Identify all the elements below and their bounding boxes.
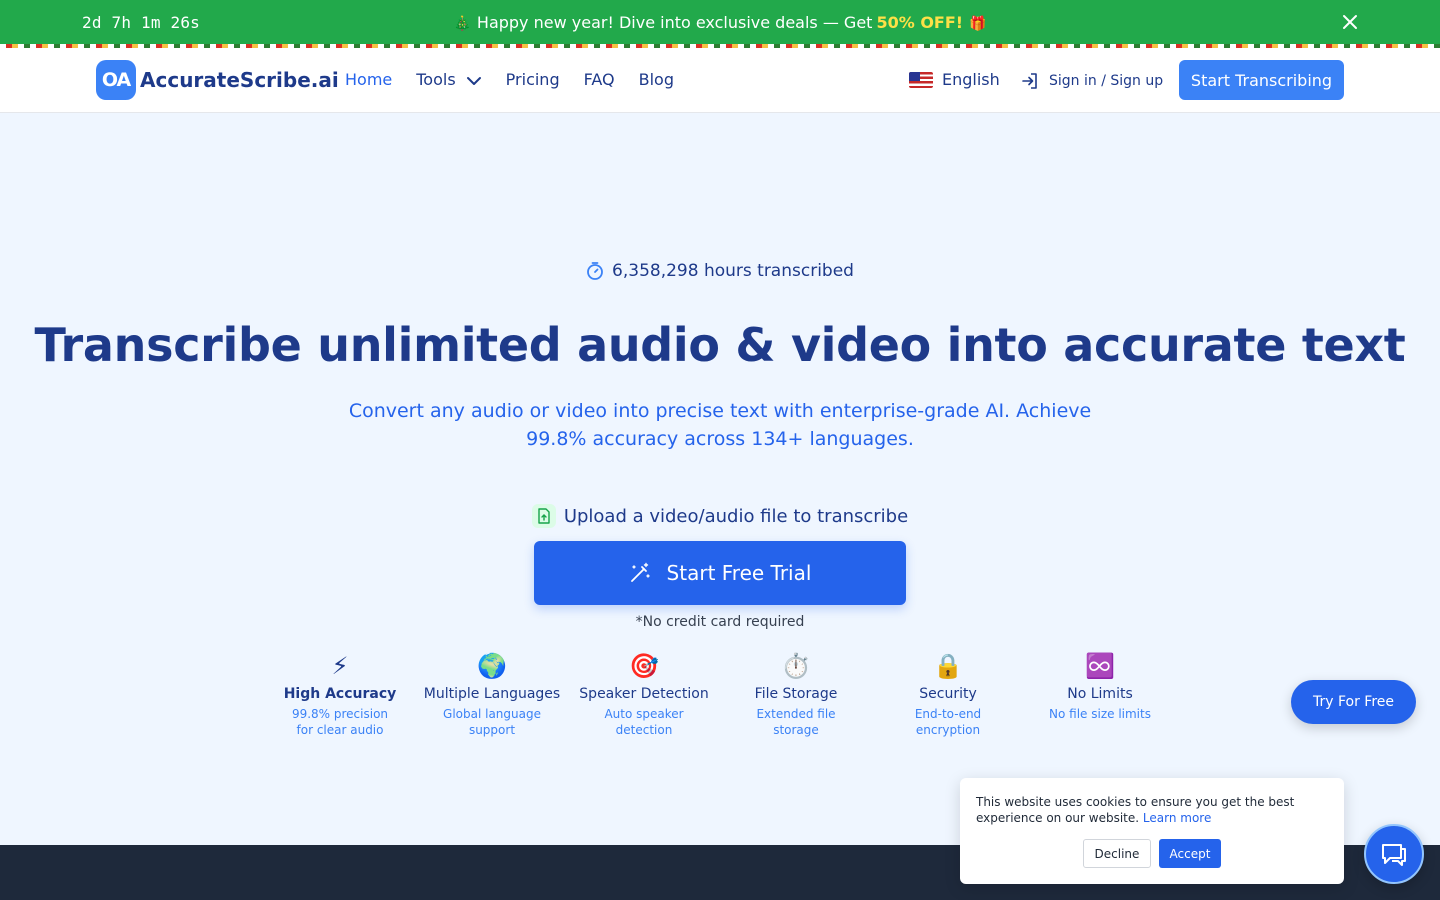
chevron-down-icon: [466, 76, 481, 85]
feature-item: ♾️ No Limits No file size limits: [1024, 650, 1176, 738]
upload-prompt[interactable]: Upload a video/audio file to transcribe: [0, 504, 1440, 528]
hours-transcribed: 6,358,298 hours transcribed: [0, 261, 1440, 281]
promo-message: 🎄 Happy new year! Dive into exclusive dea…: [0, 13, 1440, 32]
globe-icon: 🌍: [477, 652, 507, 680]
start-transcribing-button[interactable]: Start Transcribing: [1179, 60, 1344, 100]
learn-more-link[interactable]: Learn more: [1143, 811, 1211, 825]
feature-desc: Auto speaker detection: [604, 707, 684, 737]
hero-subtitle: Convert any audio or video into precise …: [348, 400, 1092, 450]
feature-title: Security: [919, 686, 977, 702]
try-for-free-button[interactable]: Try For Free: [1291, 680, 1416, 724]
feature-title: High Accuracy: [283, 686, 397, 702]
logo[interactable]: OA AccurateScribe.ai: [96, 60, 339, 100]
cookie-banner: This website uses cookies to ensure you …: [960, 778, 1344, 884]
nav-blog[interactable]: Blog: [639, 70, 674, 89]
nav-tools[interactable]: Tools: [416, 70, 481, 89]
chat-icon: [1382, 844, 1406, 866]
feature-item: 🎯 Speaker Detection Auto speaker detecti…: [568, 650, 720, 738]
language-selector[interactable]: English: [909, 70, 1000, 89]
promo-highlight: 50% OFF!: [876, 13, 964, 32]
feature-desc: Extended file storage: [756, 707, 836, 737]
decline-button[interactable]: Decline: [1083, 839, 1151, 868]
feature-desc: No file size limits: [1049, 707, 1151, 721]
upload-file-icon: [531, 504, 556, 528]
tree-icon: 🎄: [453, 16, 471, 32]
feature-item: 🔒 Security End-to-end encryption: [872, 650, 1024, 738]
upload-text: Upload a video/audio file to transcribe: [563, 505, 909, 527]
feature-desc: Global language support: [443, 707, 541, 737]
feature-item: ⏱️ File Storage Extended file storage: [720, 650, 872, 738]
timer-icon: [587, 262, 603, 280]
feature-item: 🌍 Multiple Languages Global language sup…: [416, 650, 568, 738]
nav-pricing[interactable]: Pricing: [506, 70, 560, 89]
login-icon: [1022, 73, 1037, 89]
logo-mark: OA: [96, 60, 136, 100]
us-flag-icon: [909, 71, 933, 88]
logo-text: AccurateScribe.ai: [140, 68, 339, 92]
promo-text: Happy new year! Dive into exclusive deal…: [476, 13, 873, 32]
nav-faq[interactable]: FAQ: [584, 70, 615, 89]
cookie-text: This website uses cookies to ensure you …: [976, 794, 1328, 826]
feature-title: No Limits: [1067, 686, 1133, 702]
promo-banner: 2d 7h 1m 26s 🎄 Happy new year! Dive into …: [0, 0, 1440, 48]
signin-label: Sign in / Sign up: [1049, 73, 1164, 89]
nav-home[interactable]: Home: [345, 70, 392, 89]
feature-title: Speaker Detection: [579, 686, 709, 702]
cookie-message: This website uses cookies to ensure you …: [976, 795, 1295, 825]
feature-list: ⚡ High Accuracy 99.8% precision for clea…: [264, 650, 1176, 738]
close-icon[interactable]: [1340, 14, 1360, 34]
site-header: OA AccurateScribe.ai Home Tools Pricing …: [0, 48, 1440, 113]
start-free-trial-label: Start Free Trial: [666, 561, 812, 585]
feature-item: ⚡ High Accuracy 99.8% precision for clea…: [264, 650, 416, 738]
lightning-icon: ⚡: [331, 652, 349, 680]
feature-desc: End-to-end encryption: [914, 707, 982, 737]
chat-button[interactable]: [1364, 824, 1424, 884]
feature-title: Multiple Languages: [423, 686, 561, 702]
feature-desc: 99.8% precision for clear audio: [291, 707, 389, 737]
accept-button[interactable]: Accept: [1159, 839, 1221, 868]
target-icon: 🎯: [629, 652, 659, 680]
start-free-trial-button[interactable]: Start Free Trial: [534, 541, 906, 605]
lock-icon: 🔒: [933, 652, 963, 680]
stopwatch-icon: ⏱️: [781, 652, 811, 680]
signin-link[interactable]: Sign in / Sign up: [1020, 71, 1163, 91]
hours-text: 6,358,298 hours transcribed: [612, 261, 854, 281]
feature-title: File Storage: [754, 686, 838, 702]
hero-title: Transcribe unlimited audio & video into …: [34, 318, 1406, 372]
main-nav: Home Tools Pricing FAQ Blog: [345, 70, 698, 89]
magic-wand-icon: [630, 562, 650, 582]
no-credit-card-note: *No credit card required: [635, 614, 805, 630]
infinity-icon: ♾️: [1085, 652, 1115, 680]
gift-icon: 🎁: [969, 16, 987, 32]
nav-tools-label: Tools: [416, 70, 456, 89]
language-label: English: [942, 70, 1000, 89]
